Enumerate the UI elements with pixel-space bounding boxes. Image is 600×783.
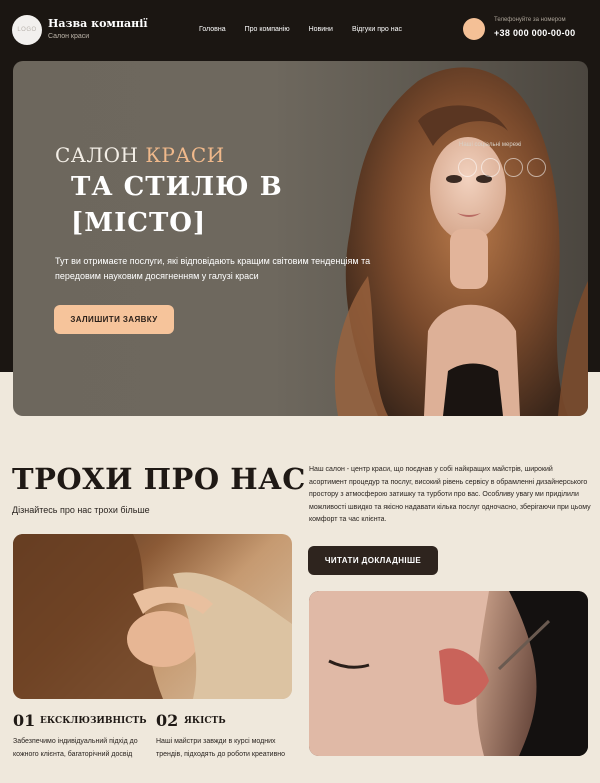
phone-label: Телефонуйте за номером (494, 17, 566, 23)
read-more-button[interactable]: ЧИТАТИ ДОКЛАДНІШЕ (308, 546, 438, 575)
feature-2-text: Наші майстри завжди в курсі модних тренд… (156, 738, 286, 758)
model-photo-illustration (13, 534, 292, 699)
logo[interactable]: LOGO (12, 15, 42, 45)
about-title: ТРОХИ ПРО НАС (12, 462, 306, 496)
logo-text: LOGO (17, 27, 37, 33)
social-icon-1[interactable] (458, 158, 477, 177)
hero-title-prefix: САЛОН (55, 143, 139, 167)
hero-title-accent: КРАСИ (145, 143, 225, 167)
main-nav: Головна Про компанію Новини Відгуки про … (199, 26, 421, 33)
about-subtitle: Дізнайтесь про нас трохи більше (12, 505, 150, 515)
social-icon-3[interactable] (504, 158, 523, 177)
nav-home[interactable]: Головна (199, 26, 226, 33)
feature-2-name: ЯКІСТЬ (184, 716, 226, 726)
feature-2-number: 02 (156, 711, 179, 730)
site-header: LOGO Назва компанії Салон краси Головна … (0, 0, 600, 58)
hero-description: Тут ви отримаєте послуги, які відповідаю… (55, 256, 371, 281)
hero-title-line2: [МІСТО] (71, 208, 207, 238)
leave-request-button[interactable]: ЗАЛИШИТИ ЗАЯВКУ (54, 305, 174, 334)
feature-1-name: ЕКСКЛЮЗИВНІСТЬ (40, 716, 147, 726)
hero-section: САЛОН КРАСИ ТА СТИЛЮ В [МІСТО] Тут ви от… (13, 61, 588, 416)
hero-title-big: ТА СТИЛЮ В [МІСТО] (71, 169, 283, 241)
about-photo-lips (309, 591, 588, 756)
hero-model-image (334, 67, 588, 416)
about-photo-model (13, 534, 292, 699)
nav-reviews[interactable]: Відгуки про нас (352, 26, 402, 33)
social-icon-4[interactable] (527, 158, 546, 177)
hero-title-line1: ТА СТИЛЮ В (71, 172, 283, 202)
nav-news[interactable]: Новини (309, 26, 333, 33)
feature-1-number: 01 (13, 711, 36, 730)
social-icon-2[interactable] (481, 158, 500, 177)
phone-icon[interactable] (463, 18, 485, 40)
social-links (458, 158, 546, 177)
hero-title-small: САЛОН КРАСИ (55, 143, 225, 167)
about-text: Наш салон - центр краси, що поєднав у со… (309, 466, 591, 523)
social-label: Наші соціальні мережі (459, 142, 522, 148)
feature-1-text: Забезпечимо індивідуальний підхід до кож… (13, 738, 138, 758)
phone-number[interactable]: +38 000 000-00-00 (494, 28, 575, 38)
company-name: Назва компанії (48, 17, 148, 30)
lips-photo-illustration (309, 591, 588, 756)
company-subtitle: Салон краси (48, 33, 90, 40)
nav-about[interactable]: Про компанію (245, 26, 290, 33)
